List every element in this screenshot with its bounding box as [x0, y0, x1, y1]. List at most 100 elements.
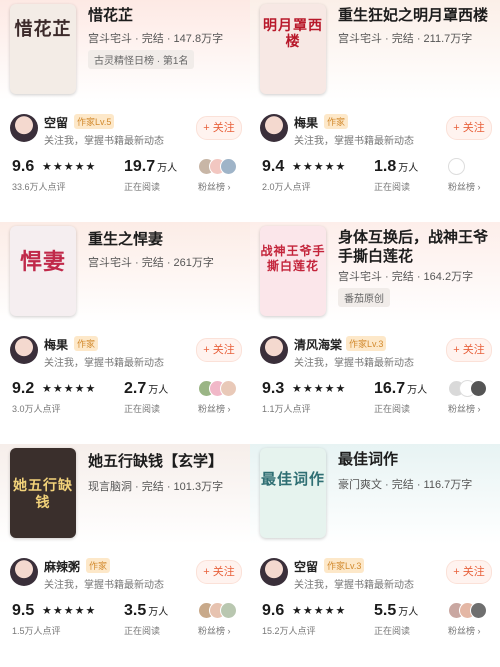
reading-number: 1.8: [374, 158, 397, 175]
rank-badge[interactable]: 古灵精怪日榜 · 第1名: [88, 50, 195, 69]
follow-button[interactable]: + 关注: [446, 116, 492, 140]
fan-avatar: [220, 602, 237, 619]
fan-avatar: [220, 158, 237, 175]
fans-rank-link[interactable]: 粉丝榜 ›: [198, 180, 231, 193]
book-title[interactable]: 重生之悍妻: [88, 230, 246, 249]
rating-stars: ★★★★★: [42, 605, 97, 617]
reading-number: 5.5: [374, 602, 397, 619]
reading-count: 16.7 万人: [374, 380, 427, 398]
book-card[interactable]: 惜花芷 惜花芷 宫斗宅斗 · 完结 · 147.8万字 古灵精怪日榜 · 第1名…: [0, 0, 250, 222]
reading-label: 正在阅读: [374, 182, 411, 192]
author-row: 空留 作家Lv.3 关注我，掌握书籍最新动态 + 关注: [260, 556, 496, 592]
rating-stars: ★★★★★: [42, 161, 97, 173]
follow-button[interactable]: + 关注: [196, 116, 242, 140]
book-cover[interactable]: 她五行缺钱: [10, 448, 76, 538]
reading-number: 16.7: [374, 380, 406, 397]
author-level-badge: 作家: [74, 336, 99, 351]
reading-count: 19.7 万人: [124, 158, 177, 176]
book-meta: 现言脑洞 · 完结 · 101.3万字: [88, 481, 224, 493]
fans-rank-link[interactable]: 粉丝榜 ›: [448, 624, 481, 637]
book-card[interactable]: 战神王爷手撕白莲花 身体互换后，战神王爷手撕白莲花 宫斗宅斗 · 完结 · 16…: [250, 222, 500, 444]
rating-stars: ★★★★★: [292, 605, 347, 617]
author-level-badge: 作家Lv.3: [324, 558, 365, 573]
fan-avatar: [448, 158, 465, 175]
author-avatar[interactable]: [260, 114, 288, 142]
rating-stars: ★★★★★: [42, 383, 97, 395]
author-row: 梅果 作家 关注我，掌握书籍最新动态 + 关注: [10, 334, 246, 370]
fan-avatar: [470, 380, 487, 397]
fans-rank-link[interactable]: 粉丝榜 ›: [448, 180, 481, 193]
author-level-badge: 作家Lv.5: [74, 114, 115, 129]
book-title[interactable]: 重生狂妃之明月罩西楼: [338, 6, 496, 25]
author-row: 麻辣粥 作家 关注我，掌握书籍最新动态 + 关注: [10, 556, 246, 592]
fan-avatars[interactable]: [448, 380, 496, 398]
fan-avatars[interactable]: [198, 602, 246, 620]
author-avatar[interactable]: [260, 336, 288, 364]
author-name[interactable]: 梅果: [44, 336, 68, 353]
author-avatar[interactable]: [10, 336, 38, 364]
book-title[interactable]: 最佳词作: [338, 450, 496, 469]
author-name[interactable]: 麻辣粥: [44, 558, 80, 575]
book-cover[interactable]: 明月罩西楼: [260, 4, 326, 94]
author-level-badge: 作家Lv.3: [346, 336, 387, 351]
fans-rank-link[interactable]: 粉丝榜 ›: [198, 624, 231, 637]
fan-avatars[interactable]: [448, 158, 496, 176]
reading-label: 正在阅读: [124, 404, 161, 414]
follow-button[interactable]: + 关注: [196, 338, 242, 362]
rating-score: 9.5: [12, 602, 35, 619]
reading-number: 19.7: [124, 158, 156, 175]
author-name[interactable]: 空留: [294, 558, 318, 575]
book-title[interactable]: 惜花芷: [88, 6, 246, 25]
review-count: 15.2万人点评: [262, 626, 316, 636]
book-title[interactable]: 她五行缺钱【玄学】: [88, 452, 246, 471]
book-grid: 惜花芷 惜花芷 宫斗宅斗 · 完结 · 147.8万字 古灵精怪日榜 · 第1名…: [0, 0, 500, 667]
book-cover[interactable]: 最佳词作: [260, 448, 326, 538]
author-avatar[interactable]: [10, 114, 38, 142]
reading-number: 3.5: [124, 602, 147, 619]
fan-avatars[interactable]: [198, 380, 246, 398]
book-cover[interactable]: 惜花芷: [10, 4, 76, 94]
book-card[interactable]: 明月罩西楼 重生狂妃之明月罩西楼 宫斗宅斗 · 完结 · 211.7万字 梅果 …: [250, 0, 500, 222]
book-cover[interactable]: 悍妻: [10, 226, 76, 316]
book-title[interactable]: 身体互换后，战神王爷手撕白莲花: [338, 228, 496, 266]
author-row: 空留 作家Lv.5 关注我，掌握书籍最新动态 + 关注: [10, 112, 246, 148]
follow-button[interactable]: + 关注: [196, 560, 242, 584]
author-subtitle: 关注我，掌握书籍最新动态: [294, 358, 414, 369]
author-row: 清风海棠 作家Lv.3 关注我，掌握书籍最新动态 + 关注: [260, 334, 496, 370]
author-level-badge: 作家: [324, 114, 349, 129]
fans-rank-link[interactable]: 粉丝榜 ›: [448, 402, 481, 415]
book-card[interactable]: 她五行缺钱 她五行缺钱【玄学】 现言脑洞 · 完结 · 101.3万字 麻辣粥 …: [0, 444, 250, 666]
author-avatar[interactable]: [10, 558, 38, 586]
review-count: 2.0万人点评: [262, 182, 311, 192]
author-avatar[interactable]: [260, 558, 288, 586]
author-subtitle: 关注我，掌握书籍最新动态: [44, 136, 164, 147]
book-meta: 宫斗宅斗 · 完结 · 164.2万字: [338, 271, 474, 283]
author-name[interactable]: 空留: [44, 114, 68, 131]
reading-count: 5.5 万人: [374, 602, 418, 620]
author-name[interactable]: 梅果: [294, 114, 318, 131]
reading-count: 2.7 万人: [124, 380, 168, 398]
book-card[interactable]: 最佳词作 最佳词作 豪门爽文 · 完结 · 116.7万字 空留 作家Lv.3 …: [250, 444, 500, 666]
rating-score: 9.3: [262, 380, 285, 397]
fan-avatars[interactable]: [448, 602, 496, 620]
follow-button[interactable]: + 关注: [446, 560, 492, 584]
cover-title: 惜花芷: [14, 19, 72, 40]
reading-unit: 万人: [148, 385, 169, 396]
reading-unit: 万人: [398, 163, 419, 174]
fan-avatars[interactable]: [198, 158, 246, 176]
reading-count: 3.5 万人: [124, 602, 168, 620]
book-card[interactable]: 悍妻 重生之悍妻 宫斗宅斗 · 完结 · 261万字 梅果 作家 关注我，掌握书…: [0, 222, 250, 444]
fans-rank-link[interactable]: 粉丝榜 ›: [198, 402, 231, 415]
author-row: 梅果 作家 关注我，掌握书籍最新动态 + 关注: [260, 112, 496, 148]
author-subtitle: 关注我，掌握书籍最新动态: [44, 358, 164, 369]
follow-button[interactable]: + 关注: [446, 338, 492, 362]
fan-avatar: [220, 380, 237, 397]
book-cover[interactable]: 战神王爷手撕白莲花: [260, 226, 326, 316]
reading-unit: 万人: [398, 607, 419, 618]
reading-unit: 万人: [148, 607, 169, 618]
author-name[interactable]: 清风海棠: [294, 336, 342, 353]
book-meta: 宫斗宅斗 · 完结 · 211.7万字: [338, 33, 473, 45]
book-meta: 豪门爽文 · 完结 · 116.7万字: [338, 479, 473, 491]
review-count: 3.0万人点评: [12, 404, 61, 414]
original-badge: 番茄原创: [338, 288, 390, 307]
